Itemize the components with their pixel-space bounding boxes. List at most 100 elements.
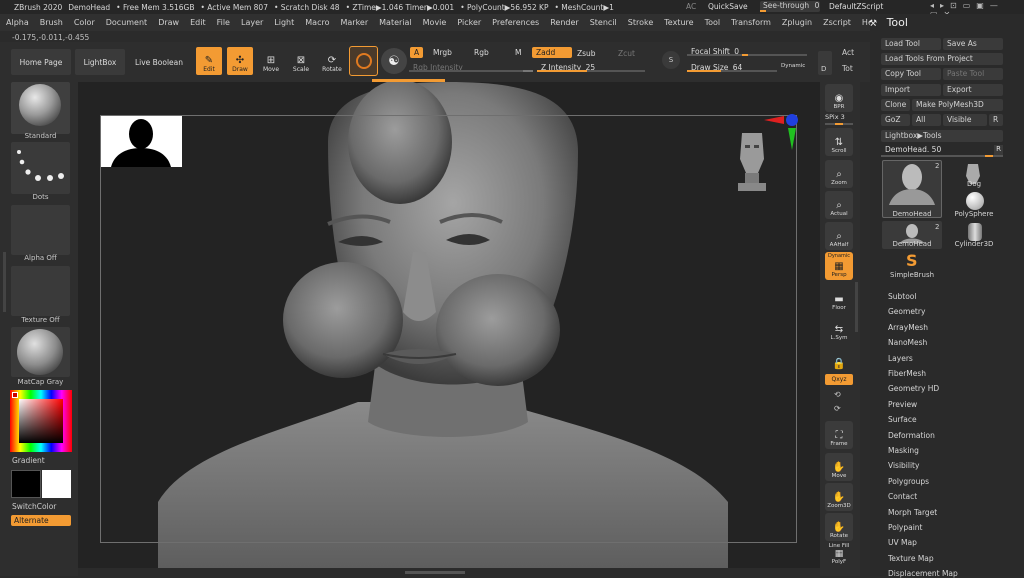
rotate-button[interactable]: ⟳ Rotate <box>319 47 345 75</box>
tool-section-visibility[interactable]: Visibility <box>888 461 919 470</box>
tool-section-masking[interactable]: Masking <box>888 446 919 455</box>
tool-section-polypaint[interactable]: Polypaint <box>888 523 923 532</box>
menu-zscript[interactable]: Zscript <box>823 18 851 27</box>
dots-stroke-button[interactable] <box>11 142 70 194</box>
r-button[interactable]: R <box>989 114 1003 126</box>
z-intensity-slider[interactable]: Z Intensity 25 <box>537 63 645 72</box>
primary-color-swatch[interactable] <box>11 470 41 498</box>
menu-picker[interactable]: Picker <box>457 18 481 27</box>
secondary-color-swatch[interactable] <box>42 470 71 498</box>
rotate-view-button[interactable]: ✋ Rotate <box>825 513 853 541</box>
menu-light[interactable]: Light <box>274 18 294 27</box>
quicksave-button[interactable]: QuickSave <box>708 2 748 11</box>
paste-tool-button[interactable]: Paste Tool <box>943 68 1003 80</box>
menu-edit[interactable]: Edit <box>190 18 206 27</box>
tool-section-morph-target[interactable]: Morph Target <box>888 508 937 517</box>
demohead-r-button[interactable]: R <box>994 145 1003 155</box>
tool-section-nanomesh[interactable]: NanoMesh <box>888 338 927 347</box>
axis-gizmo-icon[interactable] <box>762 112 802 154</box>
load-tools-from-project-button[interactable]: Load Tools From Project <box>881 53 1003 65</box>
menu-render[interactable]: Render <box>550 18 578 27</box>
mrgb-toggle[interactable]: Mrgb <box>429 47 456 58</box>
brush-selector-button[interactable] <box>349 46 378 76</box>
menu-material[interactable]: Material <box>379 18 412 27</box>
menu-stencil[interactable]: Stencil <box>590 18 617 27</box>
actual-button[interactable]: ⌕ Actual <box>825 191 853 219</box>
zadd-toggle[interactable]: Zadd <box>532 47 572 58</box>
persp-button[interactable]: Dynamic ▦ Persp <box>825 252 853 280</box>
export-button[interactable]: Export <box>943 84 1003 96</box>
reference-image-panel[interactable] <box>101 116 182 167</box>
all-button[interactable]: All <box>912 114 941 126</box>
linefill-polyf-button[interactable]: Line Fill ▦ PolyF <box>825 543 853 567</box>
menu-macro[interactable]: Macro <box>305 18 329 27</box>
edit-button[interactable]: ✎ Edit <box>196 47 222 75</box>
color-picker-square[interactable] <box>19 399 63 443</box>
goz-button[interactable]: GoZ <box>881 114 910 126</box>
tool-section-preview[interactable]: Preview <box>888 400 917 409</box>
menu-brush[interactable]: Brush <box>40 18 63 27</box>
menu-zplugin[interactable]: Zplugin <box>782 18 812 27</box>
tool-section-subtool[interactable]: Subtool <box>888 292 916 301</box>
tool-section-geometry-hd[interactable]: Geometry HD <box>888 384 939 393</box>
matcap-button[interactable] <box>11 327 70 377</box>
menu-tool[interactable]: Tool <box>705 18 721 27</box>
a-toggle[interactable]: A <box>410 47 424 58</box>
rotate-y-icon[interactable]: ⟲ <box>834 390 841 399</box>
draw-button[interactable]: ✣ Draw <box>227 47 253 75</box>
menu-alpha[interactable]: Alpha <box>6 18 29 27</box>
see-through-slider[interactable]: See-through 0 <box>760 1 820 12</box>
tool-section-arraymesh[interactable]: ArrayMesh <box>888 323 928 332</box>
make-polymesh-button[interactable]: Make PolyMesh3D <box>912 99 1003 111</box>
tool-section-displacement-map[interactable]: Displacement Map <box>888 569 958 578</box>
lightbox-tools-button[interactable]: Lightbox▶Tools <box>881 130 1003 142</box>
dynamic-toggle[interactable]: Dynamic <box>781 63 805 69</box>
tool-section-uv-map[interactable]: UV Map <box>888 538 917 547</box>
xyz-button[interactable]: Qxyz <box>825 374 853 385</box>
rotate-z-icon[interactable]: ⟳ <box>834 404 841 413</box>
visible-button[interactable]: Visible <box>943 114 987 126</box>
rgb-intensity-slider[interactable]: Rgb Intensity <box>409 63 533 72</box>
scroll-button[interactable]: ⇅ Scroll <box>825 128 853 156</box>
spix-slider[interactable]: SPix 3 <box>825 113 853 125</box>
menu-stroke[interactable]: Stroke <box>628 18 654 27</box>
gradient-label[interactable]: Gradient <box>12 456 45 465</box>
tray-handle[interactable] <box>3 252 6 312</box>
bpr-button[interactable]: ◉ BPR <box>825 84 853 112</box>
menu-marker[interactable]: Marker <box>340 18 368 27</box>
lock-button[interactable]: 🔒 <box>825 344 853 372</box>
load-tool-button[interactable]: Load Tool <box>881 38 941 50</box>
color-picker-ring[interactable] <box>10 390 72 452</box>
zsub-toggle[interactable]: Zsub <box>573 48 600 59</box>
lightbox-button[interactable]: LightBox <box>75 49 125 75</box>
aahalf-button[interactable]: ⌕ AAHalf <box>825 222 853 250</box>
stroke-selector-icon[interactable]: ☯ <box>381 48 407 74</box>
demohead-slider[interactable]: DemoHead. 50 R <box>881 145 1003 157</box>
menu-layer[interactable]: Layer <box>241 18 263 27</box>
frame-button[interactable]: ⛶ Frame <box>825 421 853 449</box>
tool-section-deformation[interactable]: Deformation <box>888 431 935 440</box>
copy-tool-button[interactable]: Copy Tool <box>881 68 941 80</box>
zoom3d-button[interactable]: ✋ Zoom3D <box>825 483 853 511</box>
zcut-toggle[interactable]: Zcut <box>614 48 639 59</box>
home-page-button[interactable]: Home Page <box>11 49 71 75</box>
tool-section-contact[interactable]: Contact <box>888 492 917 501</box>
m-toggle[interactable]: M <box>511 47 525 58</box>
live-boolean-button[interactable]: Live Boolean <box>130 49 188 75</box>
rgb-toggle[interactable]: Rgb <box>470 47 493 58</box>
switch-color-button[interactable]: SwitchColor <box>12 502 56 511</box>
tool-section-texture-map[interactable]: Texture Map <box>888 554 934 563</box>
menu-preferences[interactable]: Preferences <box>492 18 539 27</box>
standard-brush-button[interactable] <box>11 82 70 134</box>
default-zscript[interactable]: DefaultZScript <box>829 2 883 11</box>
draw-size-slider[interactable]: Draw Size 64 <box>687 63 777 72</box>
save-as-button[interactable]: Save As <box>943 38 1003 50</box>
menu-movie[interactable]: Movie <box>423 18 447 27</box>
tool-section-surface[interactable]: Surface <box>888 415 917 424</box>
bottom-tray-handle[interactable] <box>405 571 465 574</box>
menu-file[interactable]: File <box>217 18 230 27</box>
tool-section-geometry[interactable]: Geometry <box>888 307 925 316</box>
menu-document[interactable]: Document <box>106 18 147 27</box>
menu-color[interactable]: Color <box>74 18 95 27</box>
tool-section-fibermesh[interactable]: FiberMesh <box>888 369 926 378</box>
